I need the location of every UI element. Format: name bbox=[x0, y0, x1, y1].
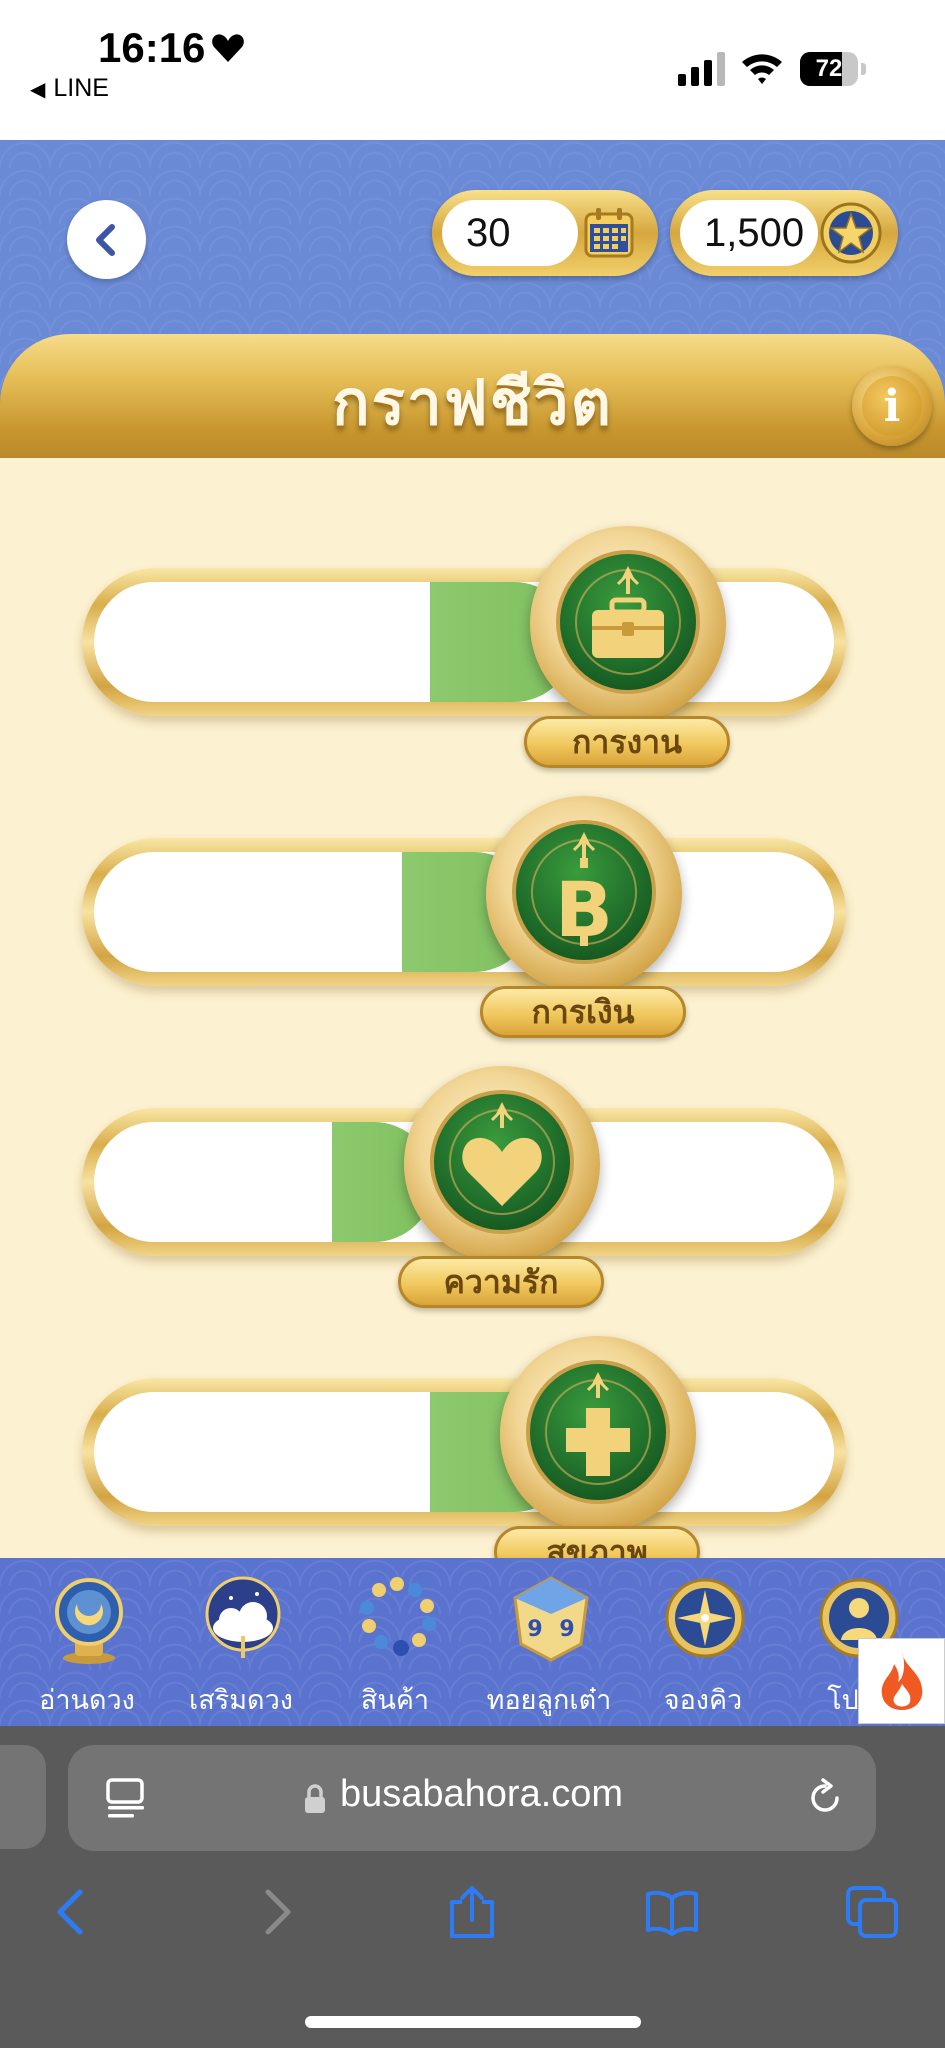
graph-bar-fill bbox=[94, 1122, 434, 1242]
graph-row-career[interactable]: การงาน bbox=[82, 526, 846, 768]
share-icon[interactable] bbox=[444, 1884, 500, 1940]
love-medal bbox=[404, 1066, 600, 1262]
health-medal bbox=[500, 1336, 696, 1532]
tab-label: เสริมดวง bbox=[189, 1685, 293, 1716]
life-graph-panel: การงาน B การเงิน ความรัก สุขภาพ bbox=[0, 458, 945, 1578]
career-label: การงาน bbox=[524, 716, 730, 768]
health-cross-icon bbox=[545, 1372, 651, 1485]
coins-value: 1,500 bbox=[704, 211, 805, 255]
dice-icon: 9 9 bbox=[513, 1576, 589, 1662]
baht-icon: B bbox=[531, 832, 637, 954]
page-title: กราฟชีวิต bbox=[332, 366, 613, 439]
signal-icon bbox=[678, 52, 725, 86]
back-to-app-link[interactable]: ◀ LINE bbox=[30, 74, 109, 103]
heart-status-icon bbox=[212, 34, 244, 62]
battery-percent: 72 bbox=[815, 55, 843, 82]
fire-icon bbox=[881, 1652, 922, 1710]
lock-icon bbox=[305, 1784, 325, 1813]
heart-icon bbox=[449, 1102, 555, 1215]
finance-label: การเงิน bbox=[480, 986, 686, 1038]
back-triangle-icon: ◀ bbox=[30, 79, 46, 101]
reload-icon[interactable] bbox=[804, 1777, 846, 1819]
tab-boost-fortune[interactable]: เสริมดวง bbox=[166, 1574, 316, 1724]
bracelet-icon bbox=[360, 1577, 436, 1656]
back-app-label: LINE bbox=[53, 74, 109, 102]
reader-mode-icon[interactable] bbox=[104, 1776, 148, 1820]
graph-row-love[interactable]: ความรัก bbox=[82, 1066, 846, 1308]
graph-bar-fill bbox=[94, 852, 534, 972]
star-coin-icon bbox=[820, 202, 882, 264]
career-medal bbox=[530, 526, 726, 722]
crystal-ball-icon bbox=[55, 1578, 123, 1664]
tab-book-queue[interactable]: จองคิว bbox=[628, 1574, 778, 1724]
browser-forward-icon[interactable] bbox=[248, 1884, 304, 1940]
status-time: 16:16 bbox=[98, 24, 206, 71]
tab-roll-dice[interactable]: 9 9 ทอยลูกเต๋า bbox=[474, 1574, 624, 1724]
tabs-icon[interactable] bbox=[844, 1884, 900, 1940]
compass-icon bbox=[665, 1578, 745, 1658]
tab-label: ทอยลูกเต๋า bbox=[486, 1685, 612, 1716]
url-text[interactable]: busabahora.com bbox=[340, 1773, 623, 1816]
graph-row-finance[interactable]: B การเงิน bbox=[82, 796, 846, 1038]
previous-tab-preview[interactable] bbox=[0, 1745, 46, 1849]
info-button[interactable]: i bbox=[852, 366, 932, 446]
svg-text:9: 9 bbox=[559, 1617, 574, 1642]
cloud-icon bbox=[205, 1576, 281, 1658]
chevron-left-icon bbox=[95, 223, 115, 256]
browser-back-icon[interactable] bbox=[44, 1884, 100, 1940]
days-balance[interactable]: 30 bbox=[432, 190, 658, 276]
coins-balance[interactable]: 1,500 bbox=[670, 190, 898, 276]
days-value: 30 bbox=[466, 211, 511, 255]
info-icon: i bbox=[862, 376, 922, 436]
home-indicator[interactable] bbox=[305, 2016, 641, 2028]
status-bar: 16:16 ◀ LINE 72 bbox=[0, 0, 945, 140]
graph-bar-fill bbox=[94, 582, 574, 702]
hot-promo-button[interactable] bbox=[858, 1638, 945, 1724]
finance-medal: B bbox=[486, 796, 682, 992]
calendar-icon bbox=[584, 208, 634, 258]
graph-row-health[interactable]: สุขภาพ bbox=[82, 1336, 846, 1578]
back-button[interactable] bbox=[67, 200, 146, 279]
battery-indicator: 72 bbox=[800, 52, 866, 86]
tab-label: อ่านดวง bbox=[39, 1685, 135, 1716]
briefcase-icon bbox=[575, 566, 681, 675]
tab-products[interactable]: สินค้า bbox=[320, 1574, 470, 1724]
wifi-icon bbox=[742, 54, 782, 84]
tab-label: จองคิว bbox=[663, 1685, 743, 1716]
bookmarks-icon[interactable] bbox=[644, 1884, 700, 1940]
tab-read-fortune[interactable]: อ่านดวง bbox=[12, 1574, 162, 1724]
tab-label: สินค้า bbox=[360, 1685, 430, 1716]
svg-text:9: 9 bbox=[527, 1617, 542, 1642]
love-label: ความรัก bbox=[398, 1256, 604, 1308]
